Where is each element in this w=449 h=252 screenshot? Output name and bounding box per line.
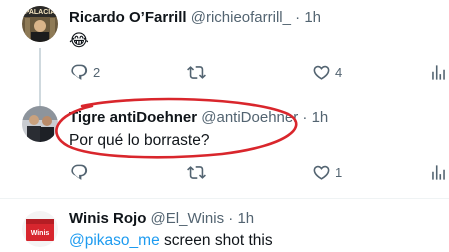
timestamp[interactable]: 1h [237,210,254,227]
avatar-logo-text: Winis [31,230,50,237]
like-icon [313,165,330,180]
retweet-button[interactable] [187,63,210,82]
tweet-text: Por qué lo borraste? [69,132,210,149]
views-button[interactable] [429,163,448,182]
user-handle[interactable]: @antiDoehner [201,109,298,126]
tweet-text: @pikaso_me screen shot this [69,231,273,251]
tweet-header: Ricardo O’Farrill @richieofarrill_ · 1h [69,9,321,27]
tweet-tigre[interactable]: Tigre antiDoehner @antiDoehner · 1h Por … [0,96,449,198]
like-button[interactable]: 4 [312,63,342,82]
timestamp[interactable]: 1h [304,9,321,26]
timestamp[interactable]: 1h [312,109,329,126]
tweet-header: Tigre antiDoehner @antiDoehner · 1h [69,109,328,127]
avatar-logo-text: PALACIA [25,9,56,16]
like-button[interactable]: 1 [312,163,342,182]
display-name[interactable]: Ricardo O’Farrill [69,9,187,26]
display-name[interactable]: Winis Rojo [69,210,146,227]
tweet-text-rest: screen shot this [159,232,273,249]
user-handle[interactable]: @richieofarrill_ [191,9,291,26]
views-icon [432,65,445,80]
like-count: 4 [335,65,343,80]
avatar[interactable]: PALACIA [22,6,58,42]
avatar[interactable]: Winis [22,211,58,247]
display-name[interactable]: Tigre antiDoehner [69,109,197,126]
views-icon [432,165,445,180]
views-button[interactable] [429,63,448,82]
action-bar: 1 [0,163,449,183]
like-count: 1 [335,165,343,180]
reply-button[interactable]: 2 [70,63,100,82]
separator-dot: · [302,109,308,126]
like-icon [313,65,330,80]
retweet-button[interactable] [187,163,210,182]
avatar[interactable] [22,106,58,142]
tweet-winis[interactable]: Winis Winis Rojo @El_Winis · 1h @pikaso_… [0,199,449,252]
retweet-icon [187,166,206,179]
mention-link[interactable]: @pikaso_me [69,232,160,249]
reply-count: 2 [93,65,101,80]
tweet-header: Winis Rojo @El_Winis · 1h [69,210,254,228]
separator-dot: · [295,9,301,26]
tweet-ricardo[interactable]: PALACIA Ricardo O’Farrill @richieofarril… [0,0,449,96]
action-bar: 2 4 [0,63,449,83]
tweet-text: 😂 [69,31,89,50]
reply-button[interactable] [70,163,93,182]
reply-icon [71,64,88,80]
retweet-icon [187,66,206,79]
user-handle[interactable]: @El_Winis [151,210,225,227]
reply-icon [71,164,88,180]
separator-dot: · [228,210,234,227]
